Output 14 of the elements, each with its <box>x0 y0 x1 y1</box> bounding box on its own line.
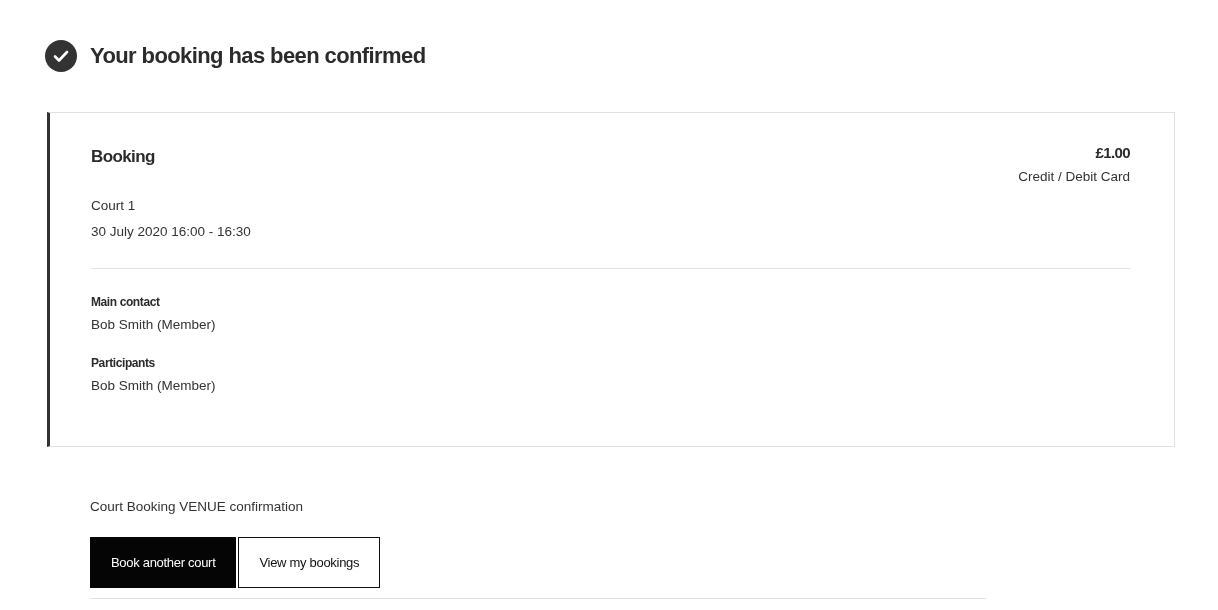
page-heading: Your booking has been confirmed <box>90 42 426 70</box>
court-name: Court 1 <box>91 197 137 215</box>
payment-method: Credit / Debit Card <box>1018 168 1130 186</box>
detail-label: Main contact <box>91 294 161 310</box>
booking-title: Booking <box>91 146 156 168</box>
booking-price: £1.00 <box>1094 143 1130 163</box>
confirmation-note: Court Booking VENUE confirmation <box>90 498 305 516</box>
booking-datetime: 30 July 2020 16:00 - 16:30 <box>91 223 251 241</box>
book-again-button[interactable]: Book another court <box>90 537 237 588</box>
view-bookings-button[interactable]: View my bookings <box>238 537 381 588</box>
detail-value: Bob Smith (Member) <box>91 377 217 395</box>
detail-label: Participants <box>91 355 156 371</box>
check-circle-icon <box>45 40 77 72</box>
detail-value: Bob Smith (Member) <box>91 316 217 334</box>
